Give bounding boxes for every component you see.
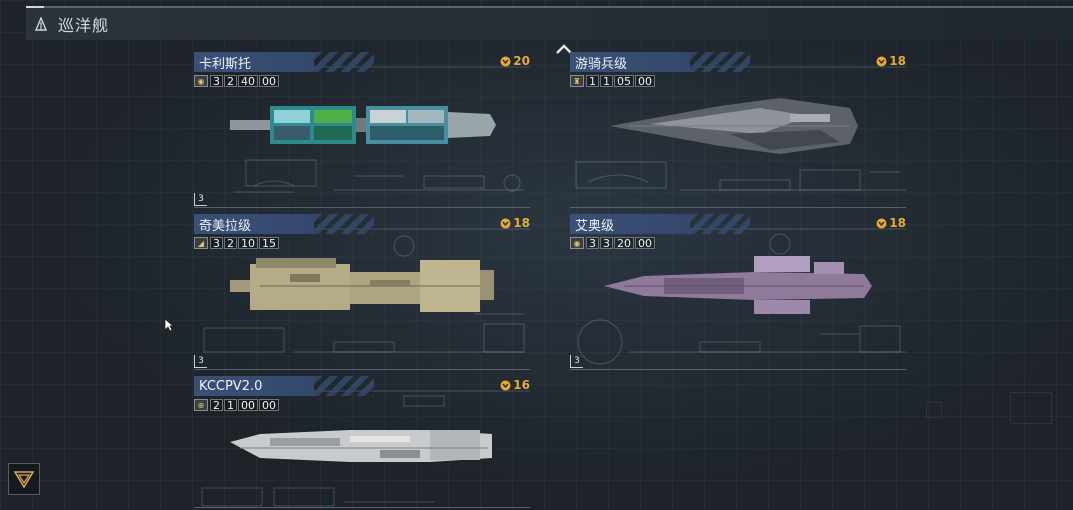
tier-value: 16 <box>513 378 530 392</box>
tier-value: 18 <box>889 54 906 68</box>
page-header: 巡洋舰 <box>26 6 1073 40</box>
level-mark: 3 <box>194 193 207 206</box>
fleet-class-icon <box>34 16 48 32</box>
triangle-menu-icon[interactable] <box>8 463 40 495</box>
header-accent <box>26 6 44 8</box>
ship-card-ranger[interactable]: 游骑兵级 18 ♜ 1 1 05 00 <box>570 52 906 208</box>
version-part: 00 <box>635 75 655 87</box>
ship-card-callisto[interactable]: 卡利斯托 20 ◉ 3 2 40 00 3 <box>194 52 530 208</box>
ship-card-io[interactable]: 艾奥级 18 ◉ 3 3 20 00 3 <box>570 214 906 370</box>
faction-icon: ◉ <box>194 75 208 87</box>
card-base-line <box>194 507 530 508</box>
version-part: 00 <box>635 237 655 249</box>
version-part: 40 <box>238 75 258 87</box>
tier-value: 18 <box>513 216 530 230</box>
tier-value: 20 <box>513 54 530 68</box>
name-stripes <box>314 52 374 72</box>
ship-name-label: KCCPV2.0 <box>199 378 263 394</box>
ship-name: 奇美拉级 <box>194 214 314 234</box>
version-info: ◉ 3 3 20 00 <box>570 236 656 250</box>
name-stripes <box>314 214 374 234</box>
ship-name: 艾奥级 <box>570 214 690 234</box>
tier-badge: 18 <box>876 216 906 230</box>
version-info: ◉ 3 2 40 00 <box>194 74 280 88</box>
name-stripes <box>690 214 750 234</box>
version-info: ♜ 1 1 05 00 <box>570 74 656 88</box>
tier-value: 18 <box>889 216 906 230</box>
version-part: 1 <box>600 75 613 87</box>
card-base-line <box>194 207 530 208</box>
ship-image-ranger <box>610 98 858 154</box>
ship-card-kccpv[interactable]: KCCPV2.0 16 ⊕ 2 1 00 00 <box>194 376 530 510</box>
faction-icon: ♜ <box>570 75 584 87</box>
version-part: 2 <box>224 237 237 249</box>
tier-badge: 18 <box>500 216 530 230</box>
version-part: 05 <box>614 75 634 87</box>
tier-badge: 18 <box>876 54 906 68</box>
decor-square <box>1010 392 1052 424</box>
version-part: 00 <box>238 399 258 411</box>
version-part: 2 <box>224 75 237 87</box>
level-mark: 3 <box>570 355 583 368</box>
ship-image-kccpv <box>230 430 492 462</box>
ship-name: 游骑兵级 <box>570 52 690 72</box>
ship-image-callisto <box>230 106 496 144</box>
version-part: 00 <box>259 399 279 411</box>
ship-name-label: 奇美拉级 <box>199 218 252 234</box>
level-mark: 3 <box>194 355 207 368</box>
name-stripes <box>314 376 374 396</box>
ship-card-chimera[interactable]: 奇美拉级 18 ◢ 3 2 10 15 3 <box>194 214 530 370</box>
version-part: 3 <box>210 75 223 87</box>
tier-icon <box>500 56 511 66</box>
card-base-line <box>194 369 530 370</box>
version-info: ◢ 3 2 10 15 <box>194 236 280 250</box>
version-part: 1 <box>586 75 599 87</box>
version-part: 3 <box>600 237 613 249</box>
version-info: ⊕ 2 1 00 00 <box>194 398 280 412</box>
card-base-line <box>570 369 906 370</box>
version-part: 20 <box>614 237 634 249</box>
ship-name-label: 卡利斯托 <box>199 56 252 72</box>
version-part: 3 <box>210 237 223 249</box>
decor-square <box>926 402 942 418</box>
ship-image-chimera <box>230 258 494 312</box>
version-part: 2 <box>210 399 223 411</box>
faction-icon: ◉ <box>570 237 584 249</box>
ship-image-io <box>604 256 872 314</box>
tier-icon <box>876 218 887 228</box>
ship-name-label: 游骑兵级 <box>575 56 628 72</box>
version-part: 3 <box>586 237 599 249</box>
background-glow <box>0 0 1073 510</box>
name-stripes <box>690 52 750 72</box>
mouse-cursor-icon <box>164 318 174 332</box>
faction-icon: ◢ <box>194 237 208 249</box>
ship-name-label: 艾奥级 <box>575 218 615 234</box>
tier-icon <box>500 380 511 390</box>
version-part: 10 <box>238 237 258 249</box>
chevron-up-icon[interactable] <box>555 40 573 54</box>
version-part: 15 <box>259 237 279 249</box>
faction-icon: ⊕ <box>194 399 208 411</box>
page-title: 巡洋舰 <box>58 16 110 35</box>
ship-name: KCCPV2.0 <box>194 376 314 396</box>
tier-icon <box>876 56 887 66</box>
ship-name: 卡利斯托 <box>194 52 314 72</box>
tier-icon <box>500 218 511 228</box>
version-part: 00 <box>259 75 279 87</box>
version-part: 1 <box>224 399 237 411</box>
tier-badge: 16 <box>500 378 530 392</box>
card-base-line <box>570 207 906 208</box>
tier-badge: 20 <box>500 54 530 68</box>
